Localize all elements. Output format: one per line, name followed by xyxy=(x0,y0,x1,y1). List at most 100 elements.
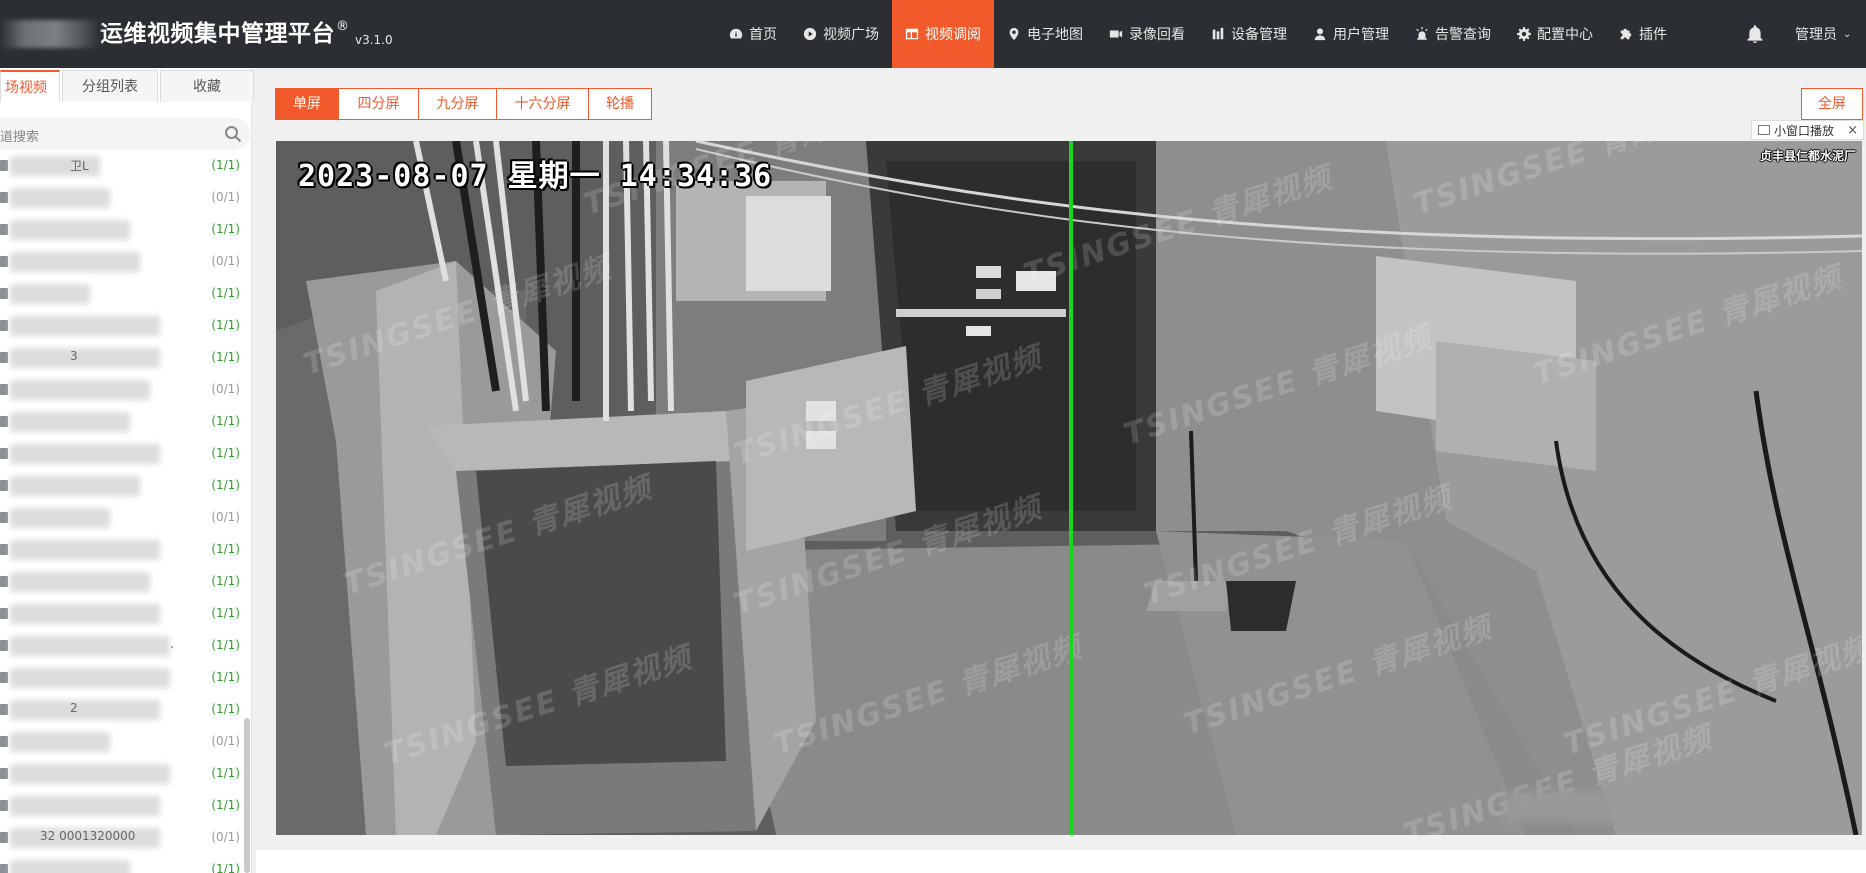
layout-sixteen-button[interactable]: 十六分屏 xyxy=(497,88,589,120)
search-icon[interactable] xyxy=(224,125,242,143)
nav-item-playback[interactable]: 录像回看 xyxy=(1096,0,1198,68)
player-footer xyxy=(256,850,1866,873)
list-item[interactable]: (1/1) xyxy=(0,406,244,438)
nav-item-home[interactable]: 首页 xyxy=(716,0,790,68)
redacted-device-name xyxy=(10,444,160,464)
list-item[interactable]: (1/1) xyxy=(0,662,244,694)
redacted-device-name xyxy=(10,860,130,873)
list-item[interactable]: (1/1) xyxy=(0,278,244,310)
tab-group-list[interactable]: 分组列表 xyxy=(62,70,158,102)
list-item[interactable]: (1/1) xyxy=(0,566,244,598)
redacted-device-name xyxy=(10,796,160,816)
channel-count: (1/1) xyxy=(211,222,240,236)
nav-item-plugins[interactable]: 插件 xyxy=(1606,0,1680,68)
list-item[interactable]: (0/1) xyxy=(0,246,244,278)
channel-count: (1/1) xyxy=(211,670,240,684)
registered-mark: ® xyxy=(336,19,349,34)
device-icon xyxy=(0,320,8,331)
layout-nine-button[interactable]: 九分屏 xyxy=(419,88,497,120)
nav-label: 录像回看 xyxy=(1129,27,1185,43)
device-icon xyxy=(0,160,8,171)
list-item[interactable]: (1/1) xyxy=(0,598,244,630)
nav-item-user-management[interactable]: 用户管理 xyxy=(1300,0,1402,68)
map-pin-icon xyxy=(1007,27,1021,41)
tab-square-video[interactable]: 场视频 xyxy=(0,70,60,102)
mini-window-label: 小窗口播放 xyxy=(1774,123,1835,138)
device-name-fragment: 卫L xyxy=(70,159,89,173)
redacted-device-name xyxy=(10,764,170,784)
list-item[interactable]: (1/1) xyxy=(0,854,244,873)
nav-item-video-review[interactable]: 视频调阅 xyxy=(892,0,994,68)
list-item[interactable]: 2 (1/1) xyxy=(0,694,244,726)
list-item[interactable]: (1/1) xyxy=(0,310,244,342)
redacted-device-name xyxy=(10,348,160,368)
channel-count: (1/1) xyxy=(211,414,240,428)
nav-label: 用户管理 xyxy=(1333,27,1389,43)
device-icon xyxy=(0,448,8,459)
device-icon xyxy=(0,576,8,587)
list-item[interactable]: (1/1) xyxy=(0,214,244,246)
split-indicator-line xyxy=(1069,141,1073,835)
video-site-label: 贞丰县仁都水泥厂 xyxy=(1759,149,1856,163)
list-item[interactable]: (1/1) xyxy=(0,534,244,566)
list-item[interactable]: (1/1) xyxy=(0,790,244,822)
layout-carousel-button[interactable]: 轮播 xyxy=(589,88,652,120)
channel-count: (1/1) xyxy=(211,606,240,620)
close-icon[interactable]: × xyxy=(1847,123,1858,138)
channel-count: (0/1) xyxy=(211,510,240,524)
list-item[interactable]: (0/1) xyxy=(0,374,244,406)
device-icon xyxy=(0,864,8,873)
nav-item-config-center[interactable]: 配置中心 xyxy=(1504,0,1606,68)
list-item[interactable]: (1/1) xyxy=(0,470,244,502)
fullscreen-button[interactable]: 全屏 xyxy=(1801,88,1863,120)
list-scrollbar[interactable] xyxy=(244,718,250,873)
nav-label: 配置中心 xyxy=(1537,27,1593,43)
channel-count: (0/1) xyxy=(211,190,240,204)
user-menu[interactable]: 管理员 ⌄ xyxy=(1795,0,1851,68)
nav-item-video-square[interactable]: 视频广场 xyxy=(790,0,892,68)
device-icon xyxy=(0,640,8,651)
list-item[interactable]: (1/1) xyxy=(0,438,244,470)
search-placeholder: 道搜索 xyxy=(0,130,40,145)
device-icon xyxy=(0,256,8,267)
panel-tabs: 场视频 分组列表 收藏 xyxy=(0,70,256,104)
video-player[interactable]: TSINGSEE 青犀视频 TSINGSEE 青犀视频 TSINGSEE 青犀视… xyxy=(276,141,1862,835)
gear-icon xyxy=(1517,27,1531,41)
content-area: 场视频 分组列表 收藏 道搜索 卫L (1/1) (0/1) (1/1) (0/1) (1… xyxy=(0,68,1866,873)
channel-count: (1/1) xyxy=(211,798,240,812)
channel-count: (0/1) xyxy=(211,254,240,268)
channel-count: (1/1) xyxy=(211,766,240,780)
nav-item-alarm-query[interactable]: 告警查询 xyxy=(1402,0,1504,68)
device-icon xyxy=(0,832,8,843)
list-item[interactable]: 3 (1/1) xyxy=(0,342,244,374)
layout-single-button[interactable]: 单屏 xyxy=(275,88,339,120)
dashboard-icon xyxy=(729,27,743,41)
redacted-device-name xyxy=(10,412,130,432)
redacted-device-name xyxy=(10,540,160,560)
list-item[interactable]: (0/1) xyxy=(0,182,244,214)
list-item[interactable]: (1/1) xyxy=(0,758,244,790)
channel-search-input[interactable]: 道搜索 xyxy=(0,118,250,150)
list-item[interactable]: (0/1) xyxy=(0,502,244,534)
tab-favorites[interactable]: 收藏 xyxy=(160,70,254,102)
device-icon xyxy=(0,416,8,427)
device-icon xyxy=(0,288,8,299)
nav-item-e-map[interactable]: 电子地图 xyxy=(994,0,1096,68)
list-item[interactable]: . (1/1) xyxy=(0,630,244,662)
play-circle-icon xyxy=(803,27,817,41)
bell-icon[interactable] xyxy=(1745,24,1765,44)
alarm-icon xyxy=(1415,27,1429,41)
channel-count: (1/1) xyxy=(211,158,240,172)
list-item[interactable]: 32 0001320000 (0/1) xyxy=(0,822,244,854)
redacted-device-name xyxy=(10,380,150,400)
channel-count: (0/1) xyxy=(211,734,240,748)
redacted-device-name xyxy=(10,572,150,592)
redacted-brand-prefix xyxy=(0,20,100,48)
layout-four-button[interactable]: 四分屏 xyxy=(339,88,419,120)
device-icon xyxy=(0,480,8,491)
main-nav: 首页 视频广场 视频调阅 电子地图 录像回看 设备管理 用户管理 告警查询 配置… xyxy=(716,0,1680,68)
list-item[interactable]: (0/1) xyxy=(0,726,244,758)
list-item[interactable]: 卫L (1/1) xyxy=(0,150,244,182)
nav-item-device-management[interactable]: 设备管理 xyxy=(1198,0,1300,68)
mini-window-bar[interactable]: 小窗口播放 × xyxy=(1751,120,1864,140)
